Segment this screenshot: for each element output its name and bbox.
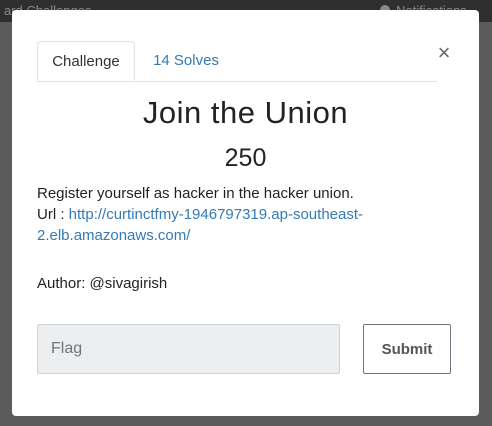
url-prefix: Url : bbox=[37, 206, 69, 223]
tab-challenge[interactable]: Challenge bbox=[37, 41, 135, 81]
flag-input[interactable] bbox=[37, 324, 340, 374]
challenge-modal: Challenge 14 Solves × Join the Union 250… bbox=[12, 10, 479, 416]
challenge-points: 250 bbox=[224, 144, 267, 172]
modal-tabs: Challenge 14 Solves bbox=[37, 41, 437, 82]
tab-solves[interactable]: 14 Solves bbox=[141, 41, 231, 81]
challenge-url-link-continued[interactable]: 2.elb.amazonaws.com/ bbox=[37, 227, 190, 244]
close-icon[interactable]: × bbox=[435, 42, 453, 64]
challenge-url-link[interactable]: http://curtinctfmy-1946797319.ap-southea… bbox=[69, 206, 363, 223]
challenge-author: Author: @sivagirish bbox=[37, 275, 168, 292]
url-line: Url : http://curtinctfmy-1946797319.ap-s… bbox=[37, 204, 457, 225]
challenge-description: Register yourself as hacker in the hacke… bbox=[37, 183, 457, 246]
description-text: Register yourself as hacker in the hacke… bbox=[37, 185, 354, 202]
challenge-title: Join the Union bbox=[142, 95, 349, 130]
url-line-continued: 2.elb.amazonaws.com/ bbox=[37, 225, 457, 246]
submit-button[interactable]: Submit bbox=[363, 324, 451, 374]
